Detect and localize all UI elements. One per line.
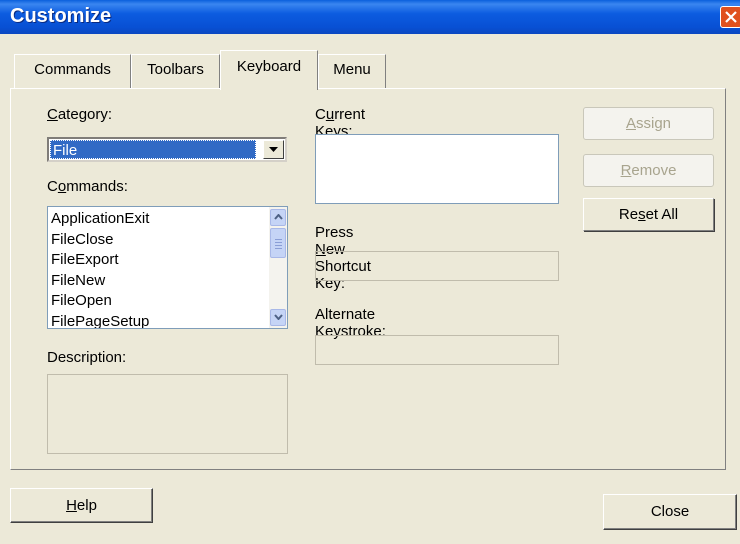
chevron-down-icon [269,147,278,152]
scroll-thumb[interactable] [270,228,286,258]
vertical-scrollbar[interactable] [269,207,287,328]
scroll-up-button[interactable] [270,209,286,226]
category-dropdown[interactable]: File [47,137,287,162]
alternate-keystroke-input[interactable] [315,335,559,365]
tab-label: Toolbars [147,61,204,78]
list-item[interactable]: FilePageSetup [51,312,149,329]
tab-commands[interactable]: Commands [14,54,131,88]
chevron-up-icon [274,214,283,220]
dropdown-button[interactable] [263,140,284,159]
current-keys-list[interactable] [315,134,559,204]
category-label: Category: [47,106,113,123]
list-item[interactable]: FileNew [51,271,149,292]
list-item[interactable]: FileClose [51,230,149,251]
tab-label: Menu [333,61,371,78]
shortcut-key-input[interactable] [315,251,559,281]
remove-button[interactable]: Remove [583,154,714,187]
close-button[interactable]: Close [603,494,737,530]
commands-label: Commands: [47,178,128,195]
description-label: Description: [47,349,127,366]
window-close-button[interactable] [720,6,740,28]
reset-all-button[interactable]: Reset All [583,198,714,231]
assign-button[interactable]: Assign [583,107,714,140]
title-bar[interactable]: Customize [0,0,740,34]
commands-list[interactable]: ApplicationExit FileClose FileExport Fil… [47,206,288,329]
help-button[interactable]: Help [10,488,153,523]
window-title: Customize [10,5,112,27]
scroll-down-button[interactable] [270,309,286,326]
close-icon [725,11,737,23]
list-item[interactable]: FileExport [51,250,149,271]
category-selected-value: File [50,140,256,159]
tab-label: Commands [34,61,111,78]
list-item[interactable]: ApplicationExit [51,209,149,230]
chevron-down-icon [274,314,283,320]
tab-keyboard[interactable]: Keyboard [220,50,318,90]
description-box [47,374,288,454]
tab-label: Keyboard [236,58,302,75]
tab-menu[interactable]: Menu [318,54,386,88]
tab-toolbars[interactable]: Toolbars [131,54,220,88]
list-item[interactable]: FileOpen [51,291,149,312]
